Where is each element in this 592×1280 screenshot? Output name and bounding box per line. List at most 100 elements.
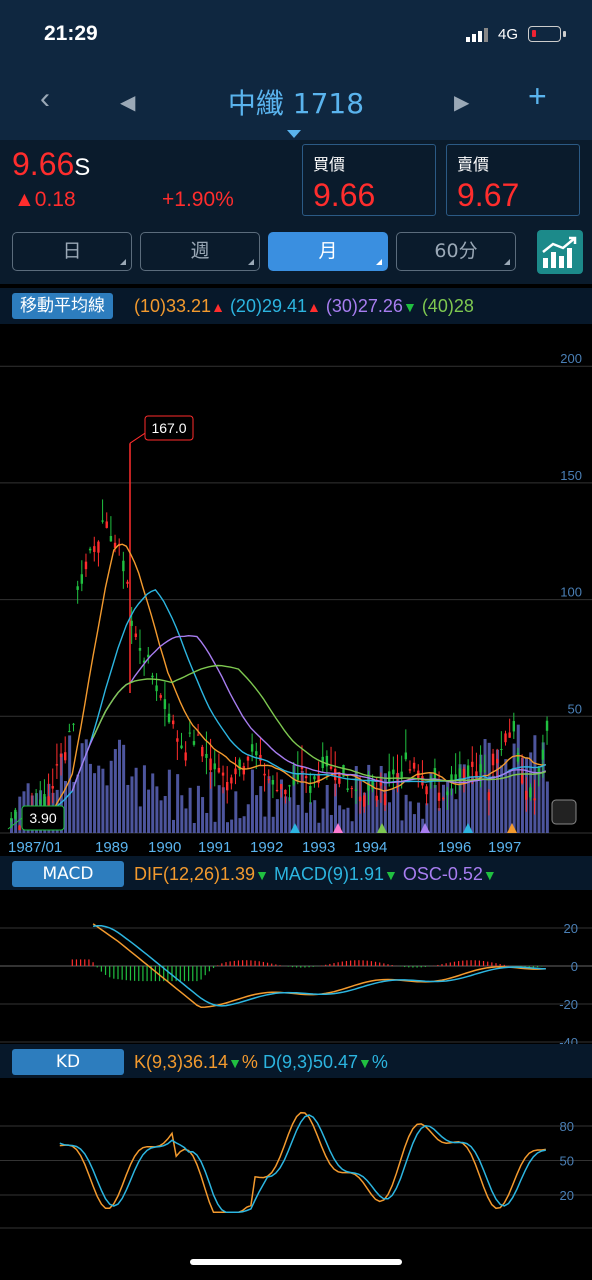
volume-bar [400,820,404,833]
macd-values: DIF(12,26)1.39▼ MACD(9)1.91▼ OSC-0.52▼ [134,861,497,887]
volume-bar [350,821,354,833]
volume-bar [471,777,475,833]
volume-bar [412,814,416,833]
volume-bar [80,743,84,833]
candle-body [172,720,175,725]
volume-bar [180,795,184,833]
price-change: ▲0.18 [14,188,76,211]
kd-tag[interactable]: KD [12,1049,124,1075]
chart-type-button[interactable] [537,230,583,274]
volume-bar [475,775,479,833]
battery-cap [563,31,566,37]
candle-body [280,784,283,790]
candle-body [512,721,516,732]
volume-bar [163,796,167,833]
candle-body [425,786,428,795]
status-time: 21:29 [44,22,98,45]
macd-tag[interactable]: MACD [12,861,124,887]
candle-body [72,723,75,725]
price-chart[interactable]: 200 150 100 50 1987/01 1989 1990 1991 1992 1993 1… [0,324,592,856]
period-day-button[interactable]: 日 [12,232,132,271]
high-pointer [129,432,146,444]
volume-bar [68,735,72,833]
bid-box[interactable]: 買價 9.66 [302,144,436,216]
candle-body [126,581,129,584]
home-indicator[interactable] [190,1259,402,1265]
volume-bar [321,808,325,833]
candle-body [209,758,212,771]
dropdown-caret-icon[interactable] [287,130,301,138]
add-icon[interactable]: + [528,78,547,115]
k-arrow-icon: ▼ [228,1055,242,1071]
kd-chart[interactable]: 80 50 20 [0,1078,592,1238]
stock-title[interactable]: 中纖 1718 [0,82,592,122]
y-tick-label: 50 [568,701,582,716]
x-axis-label: 1990 [148,839,181,856]
period-month-button[interactable]: 月 [268,232,388,271]
candle-body [138,647,142,651]
volume-bar [271,816,275,833]
candle-body [176,738,179,742]
volume-bar [151,773,155,833]
candle-body [217,767,221,773]
volume-bar [159,800,163,833]
volume-bar [317,822,321,833]
candle-body [334,768,337,781]
candle-body [533,798,536,801]
d-line [59,1114,546,1214]
d-unit: % [371,1052,388,1072]
candle-body [292,779,295,785]
candle-body [230,777,233,784]
candle-body [421,776,424,786]
candle-body [180,745,183,749]
candle-body [234,768,237,775]
macd-chart[interactable]: 20 0 -20 -40 [0,890,592,1044]
candle-body [122,560,125,572]
dif-value: DIF(12,26)1.39 [134,864,256,884]
ask-box[interactable]: 賣價 9.67 [446,144,580,216]
period-60min-button[interactable]: 60分 [396,232,516,271]
candle-body [437,792,441,801]
candle-body [487,792,491,801]
volume-bar [483,739,487,833]
volume-bar [167,769,171,833]
volume-bar [88,763,92,833]
candle-body [429,777,432,779]
d-arrow-icon: ▼ [358,1055,372,1071]
candle-body [105,521,108,528]
volume-bar [213,821,217,833]
x-axis-label: 1996 [438,839,471,856]
candle-body [350,788,354,790]
volume-bar [76,774,80,833]
candle-body [284,789,287,795]
x-axis-label: 1992 [250,839,283,856]
candle-body [271,780,275,785]
candle-body [508,732,511,738]
ma10-value: (10)33.21 [134,296,212,316]
x-axis-label: 1989 [95,839,128,856]
volume-bar [134,767,138,833]
candle-body [226,781,229,791]
candle-body [479,764,482,773]
chart-icon [542,236,577,268]
low-label: 3.90 [29,810,56,826]
y-tick-label: 150 [560,468,582,483]
candle-body [134,633,138,637]
candle-body [504,733,507,743]
volume-bar [130,776,134,833]
candle-body [520,773,524,784]
candle-body [525,790,528,800]
candle-body [151,675,154,678]
ask-value: 9.67 [457,177,520,213]
period-week-button[interactable]: 週 [140,232,260,271]
candle-body [263,773,266,776]
volume-bar [230,819,234,833]
macd-tick-label: 0 [571,959,578,974]
ma40-value: (40)28 [421,296,474,316]
next-stock-icon[interactable]: ▶ [454,90,469,115]
volume-bar [246,804,250,833]
candle-body [163,699,167,710]
candle-body [255,751,258,756]
ma-tag[interactable]: 移動平均線 [12,293,113,319]
y-tick-label: 100 [560,585,582,600]
